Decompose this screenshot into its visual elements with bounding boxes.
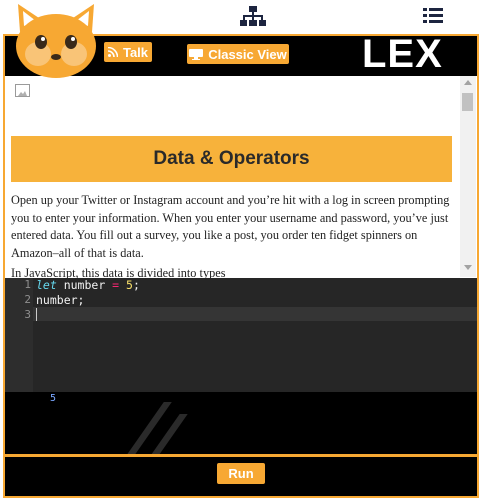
monitor-icon	[189, 48, 204, 60]
hierarchy-icon[interactable]	[240, 6, 266, 26]
code-identifier: number	[56, 278, 113, 292]
scrollbar-thumb[interactable]	[462, 93, 473, 111]
fox-mascot-icon	[16, 4, 96, 78]
code-line-2[interactable]: number;	[36, 293, 84, 307]
lesson-title: Data & Operators	[11, 136, 452, 182]
code-semicolon: ;	[132, 278, 140, 292]
code-number: 5	[126, 278, 133, 292]
list-icon[interactable]	[423, 8, 443, 24]
code-keyword: let	[36, 278, 57, 292]
lex-logo: LEX	[362, 32, 443, 76]
console-output: 5	[50, 393, 57, 404]
console-panel	[5, 392, 477, 454]
talk-label: Talk	[122, 44, 149, 60]
broken-image-icon	[15, 84, 30, 97]
line-number: 3	[24, 308, 31, 321]
code-line-1[interactable]: let number = 5;	[36, 278, 140, 292]
scroll-up-arrow-icon[interactable]	[464, 80, 472, 85]
classic-view-label: Classic View	[208, 46, 287, 62]
talk-button[interactable]: Talk	[104, 42, 152, 62]
line-number: 1	[24, 278, 31, 291]
line-number: 2	[24, 293, 31, 306]
editor-gutter: 1 2 3	[5, 278, 33, 392]
lesson-paragraph-cutoff: In JavaScript, this data is divided into…	[11, 266, 226, 278]
classic-view-button[interactable]: Classic View	[187, 44, 289, 64]
text-cursor	[36, 308, 37, 321]
lesson-paragraph: Open up your Twitter or Instagram accoun…	[11, 193, 450, 260]
run-button[interactable]: Run	[217, 463, 265, 484]
scroll-down-arrow-icon[interactable]	[464, 265, 472, 270]
active-line-highlight	[33, 307, 477, 321]
rss-icon	[107, 47, 118, 57]
